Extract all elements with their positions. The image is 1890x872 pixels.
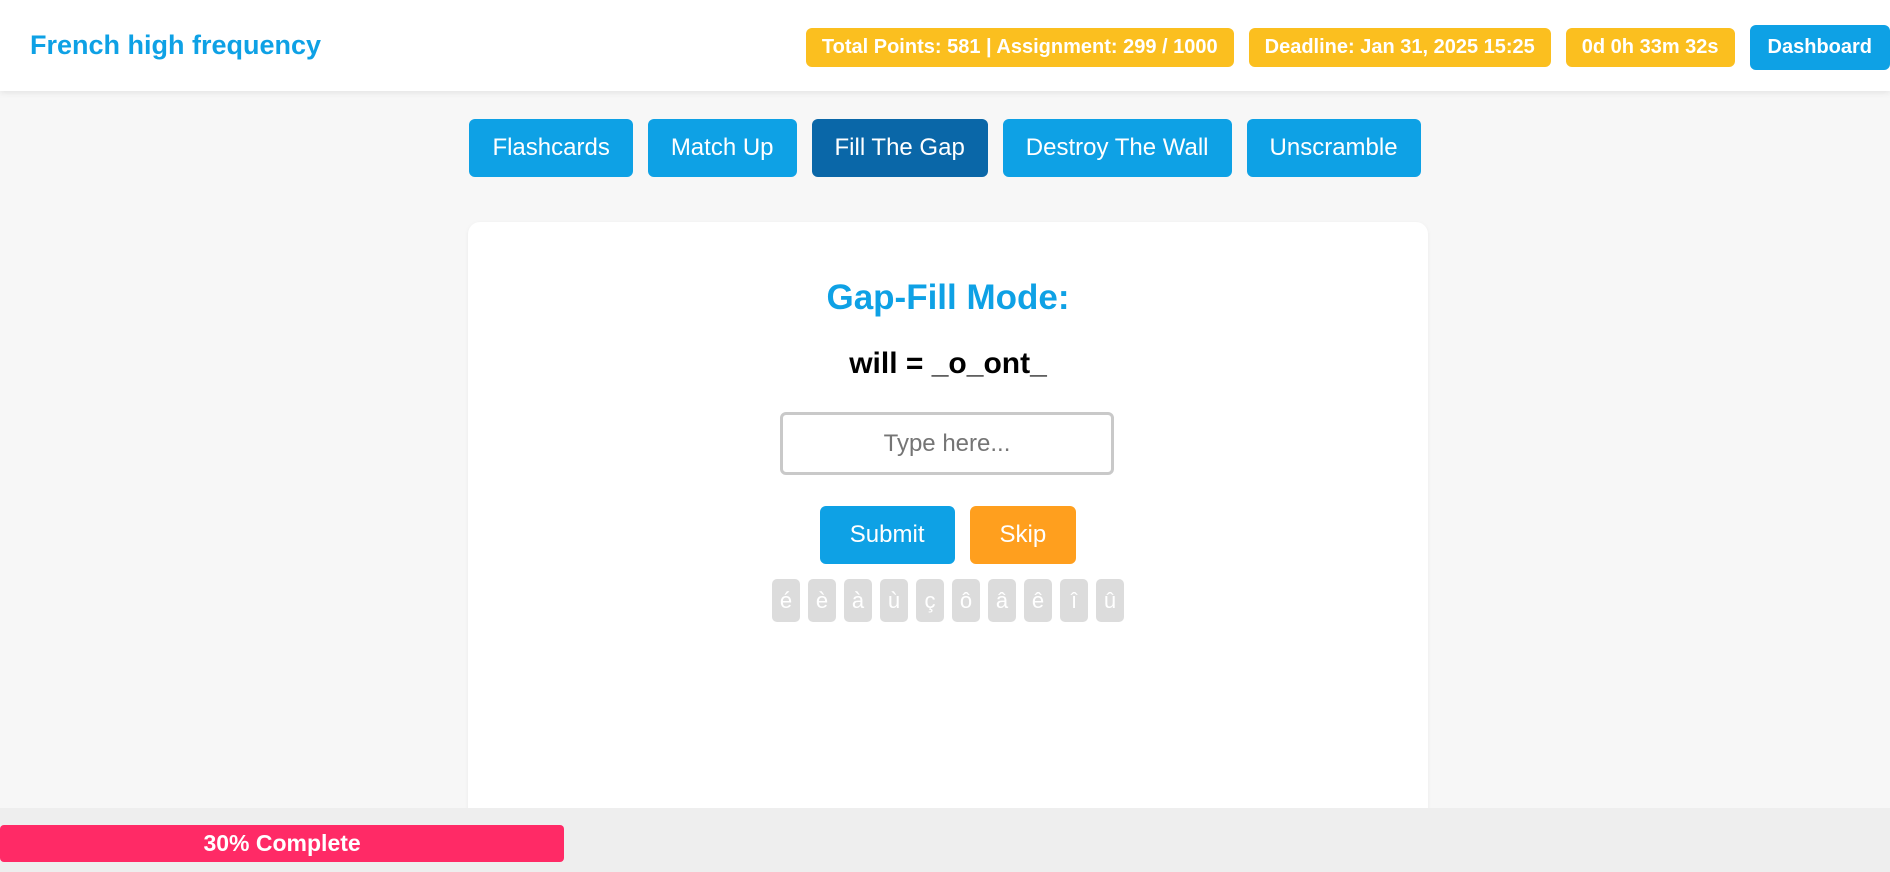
accent-key[interactable]: é (772, 579, 800, 622)
tab-match-up[interactable]: Match Up (647, 119, 797, 177)
gap-prompt: will = _o_ont_ (849, 347, 1047, 380)
accent-key[interactable]: î (1060, 579, 1088, 622)
accent-key[interactable]: è (808, 579, 836, 622)
submit-button[interactable]: Submit (819, 506, 955, 564)
top-header: French high frequency Total Points: 581 … (0, 0, 1890, 91)
progress-footer: 30% Complete (0, 808, 1890, 872)
accent-keyboard: é è à ù ç ô â ê î û (468, 579, 1428, 622)
answer-input[interactable] (780, 412, 1114, 475)
accent-key[interactable]: ç (916, 579, 944, 622)
skip-button[interactable]: Skip (969, 506, 1077, 564)
app-title: French high frequency (30, 30, 322, 60)
header-status-group: Total Points: 581 | Assignment: 299 / 10… (805, 25, 1890, 70)
accent-key[interactable]: û (1096, 579, 1124, 622)
deadline-badge: Deadline: Jan 31, 2025 15:25 (1248, 28, 1551, 67)
accent-key[interactable]: ô (952, 579, 980, 622)
tab-unscramble[interactable]: Unscramble (1246, 119, 1421, 177)
countdown-timer-badge: 0d 0h 33m 32s (1565, 28, 1735, 67)
tab-destroy-the-wall[interactable]: Destroy The Wall (1002, 119, 1232, 177)
progress-bar: 30% Complete (0, 825, 565, 862)
accent-key[interactable]: ê (1024, 579, 1052, 622)
tab-flashcards[interactable]: Flashcards (469, 119, 633, 177)
accent-key[interactable]: ù (880, 579, 908, 622)
accent-key[interactable]: à (844, 579, 872, 622)
action-buttons: Submit Skip (468, 506, 1428, 564)
dashboard-button[interactable]: Dashboard (1749, 25, 1890, 70)
mode-tabs: Flashcards Match Up Fill The Gap Destroy… (0, 119, 1890, 177)
mode-title: Gap-Fill Mode: (826, 278, 1070, 317)
points-badge: Total Points: 581 | Assignment: 299 / 10… (805, 28, 1234, 67)
game-card: Gap-Fill Mode: will = _o_ont_ Submit Ski… (468, 222, 1428, 842)
tab-fill-the-gap[interactable]: Fill The Gap (811, 119, 988, 177)
accent-key[interactable]: â (988, 579, 1016, 622)
